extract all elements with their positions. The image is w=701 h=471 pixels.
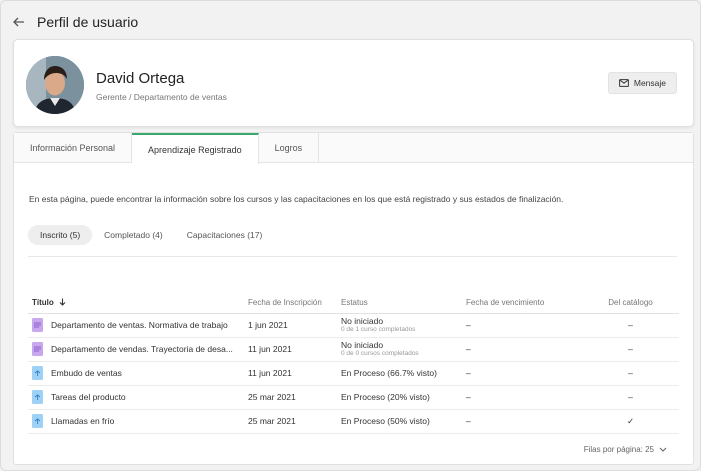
- user-role: Gerente / Departamento de ventas: [96, 92, 227, 102]
- mail-icon: [618, 79, 629, 87]
- table-row[interactable]: Llamadas en frío 25 mar 2021 En Proceso …: [28, 409, 679, 434]
- status-subtext: 0 de 0 cursos completados: [341, 350, 419, 357]
- filter-completed[interactable]: Completado (4): [92, 225, 175, 245]
- intro-text: En esta página, puede encontrar la infor…: [29, 194, 564, 204]
- status-link[interactable]: En Proceso (50% visto): [337, 409, 462, 434]
- rows-per-page[interactable]: Filas por página: 25: [584, 445, 667, 454]
- enrolled-date: 25 mar 2021: [244, 409, 337, 434]
- column-header-catalog[interactable]: Del catálogo: [582, 293, 679, 314]
- column-header-title[interactable]: Título: [28, 293, 244, 314]
- due-date: –: [462, 313, 582, 338]
- table-row[interactable]: Departamento de ventas. Normativa de tra…: [28, 313, 679, 338]
- catalog-flag: –: [582, 337, 679, 362]
- page-title: Perfil de usuario: [37, 14, 139, 30]
- status-subtext: 0 de 1 curso completados: [341, 326, 416, 333]
- enrolled-date: 25 mar 2021: [244, 385, 337, 410]
- divider: [28, 256, 677, 257]
- learning-path-icon: [32, 342, 43, 356]
- content-card: Información Personal Aprendizaje Registr…: [13, 132, 694, 465]
- avatar: [26, 56, 84, 114]
- column-header-status[interactable]: Estatus: [337, 293, 462, 314]
- course-title[interactable]: Tareas del producto: [51, 392, 126, 402]
- tab-personal-info[interactable]: Información Personal: [14, 133, 133, 163]
- status-link[interactable]: En Proceso (20% visto): [337, 385, 462, 410]
- catalog-flag: –: [582, 361, 679, 386]
- rows-per-page-label: Filas por página: 25: [583, 445, 654, 454]
- due-date: –: [462, 385, 582, 410]
- status-text: No iniciado: [341, 316, 384, 326]
- message-button[interactable]: Mensaje: [607, 72, 677, 94]
- table-row[interactable]: Departamento de vendas. Trayectoria de d…: [28, 337, 679, 362]
- due-date: –: [462, 409, 582, 434]
- course-icon: [32, 414, 43, 428]
- filter-trainings[interactable]: Capacitaciones (17): [175, 225, 275, 245]
- enrolled-date: 11 jun 2021: [244, 361, 337, 386]
- course-title[interactable]: Llamadas en frío: [51, 416, 114, 426]
- tab-registered-learning[interactable]: Aprendizaje Registrado: [132, 133, 259, 164]
- course-icon: [32, 366, 43, 380]
- course-title[interactable]: Departamento de ventas. Normativa de tra…: [51, 320, 228, 330]
- column-header-due[interactable]: Fecha de vencimiento: [462, 293, 582, 314]
- message-button-label: Mensaje: [633, 78, 666, 88]
- table-row[interactable]: Tareas del producto 25 mar 2021 En Proce…: [28, 385, 679, 410]
- enrolled-date: 1 jun 2021: [244, 313, 337, 338]
- catalog-flag: –: [582, 385, 679, 410]
- table-header-row: Título Fecha de Inscripción Estatus Fech…: [28, 293, 679, 314]
- course-icon: [32, 390, 43, 404]
- filter-pills: Inscrito (5) Completado (4) Capacitacion…: [28, 225, 274, 245]
- tab-achievements[interactable]: Logros: [259, 133, 320, 163]
- learning-path-icon: [32, 318, 43, 332]
- due-date: –: [462, 361, 582, 386]
- tab-bar: Información Personal Aprendizaje Registr…: [14, 133, 693, 164]
- course-title[interactable]: Departamento de vendas. Trayectoria de d…: [51, 344, 233, 354]
- courses-table: Título Fecha de Inscripción Estatus Fech…: [28, 293, 679, 434]
- app-window: Perfil de usuario David Ortega Gerente /…: [0, 0, 701, 471]
- filter-enrolled[interactable]: Inscrito (5): [28, 225, 93, 245]
- course-title[interactable]: Embudo de ventas: [51, 368, 122, 378]
- chevron-down-icon: [659, 447, 667, 452]
- sort-down-icon: [59, 298, 66, 307]
- back-arrow-icon[interactable]: [13, 15, 27, 29]
- enrolled-date: 11 jun 2021: [244, 337, 337, 362]
- user-name: David Ortega: [96, 70, 185, 87]
- profile-card: David Ortega Gerente / Departamento de v…: [13, 39, 694, 127]
- column-header-title-label: Título: [32, 298, 54, 308]
- status-link[interactable]: En Proceso (66.7% visto): [337, 361, 462, 386]
- table-row[interactable]: Embudo de ventas 11 jun 2021 En Proceso …: [28, 361, 679, 386]
- column-header-enrolled[interactable]: Fecha de Inscripción: [244, 293, 337, 314]
- catalog-check-icon: ✓: [582, 409, 679, 434]
- catalog-flag: –: [582, 313, 679, 338]
- top-bar: Perfil de usuario: [13, 11, 138, 33]
- due-date: –: [462, 337, 582, 362]
- status-text: No iniciado: [341, 340, 384, 350]
